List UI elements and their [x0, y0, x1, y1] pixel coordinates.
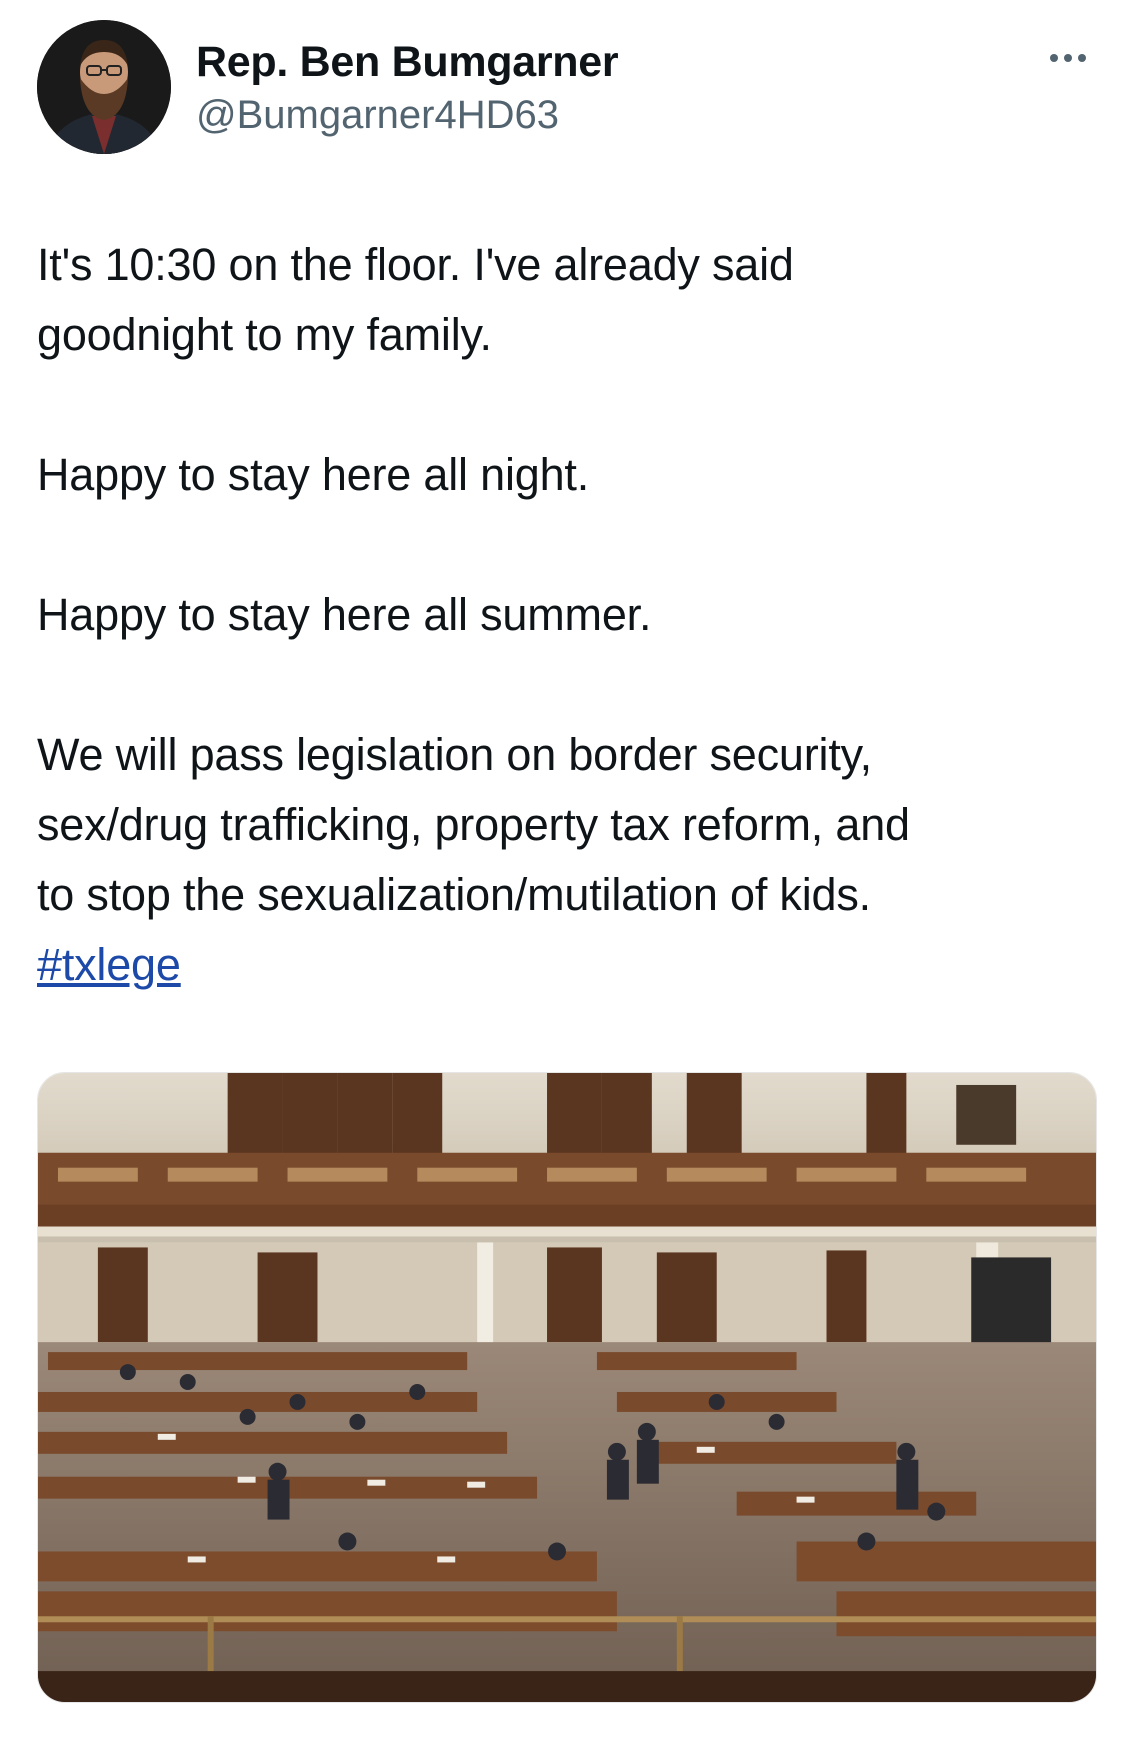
tweet-line: It's 10:30 on the floor. I've already sa… — [37, 239, 794, 290]
tweet-photo[interactable] — [37, 1072, 1097, 1703]
tweet-card: Rep. Ben Bumgarner @Bumgarner4HD63 It's … — [0, 0, 1125, 1751]
avatar-photo — [37, 20, 171, 154]
tweet-text: It's 10:30 on the floor. I've already sa… — [37, 230, 1097, 1000]
chamber-photo — [38, 1073, 1096, 1702]
tweet-line: goodnight to my family. — [37, 309, 492, 360]
ellipsis-icon — [1050, 54, 1058, 62]
tweet-line: to stop the sexualization/mutilation of … — [37, 869, 871, 920]
hashtag-link[interactable]: #txlege — [37, 939, 181, 990]
tweet-line: Happy to stay here all night. — [37, 449, 590, 500]
tweet-line: We will pass legislation on border secur… — [37, 729, 872, 780]
more-options-button[interactable] — [1040, 38, 1096, 78]
tweet-line: sex/drug trafficking, property tax refor… — [37, 799, 910, 850]
tweet-line: Happy to stay here all summer. — [37, 589, 652, 640]
author-avatar[interactable] — [37, 20, 171, 154]
author-name[interactable]: Rep. Ben Bumgarner — [196, 38, 619, 87]
author-handle[interactable]: @Bumgarner4HD63 — [196, 93, 559, 138]
